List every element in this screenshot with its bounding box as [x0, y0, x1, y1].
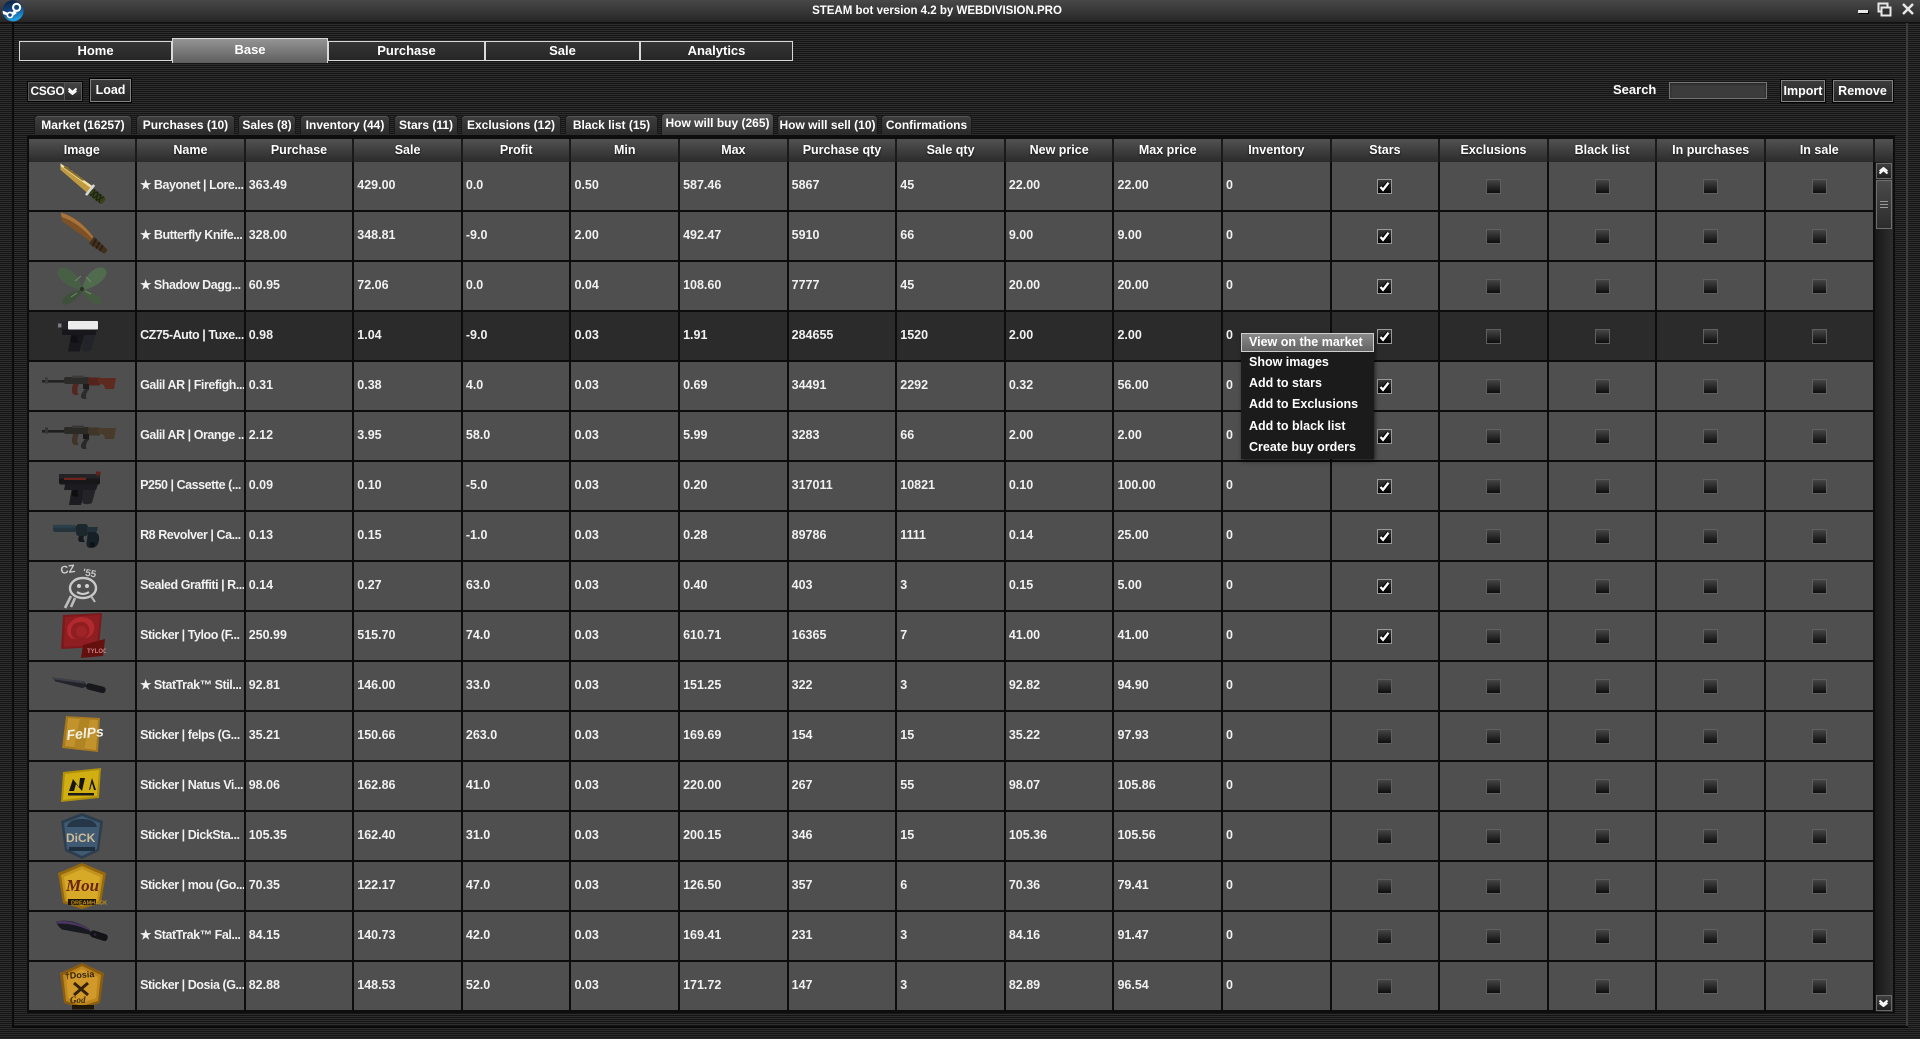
svg-text:TYLOO: TYLOO [87, 649, 106, 655]
svg-text:God: God [70, 995, 86, 1005]
svg-text:Mou: Mou [65, 876, 99, 895]
svg-text:CZ: CZ [60, 563, 76, 577]
svg-text:†Dosia: †Dosia [64, 969, 95, 981]
svg-text:DiCK: DiCK [66, 831, 96, 845]
svg-text:DREAMHACK: DREAMHACK [71, 901, 107, 907]
